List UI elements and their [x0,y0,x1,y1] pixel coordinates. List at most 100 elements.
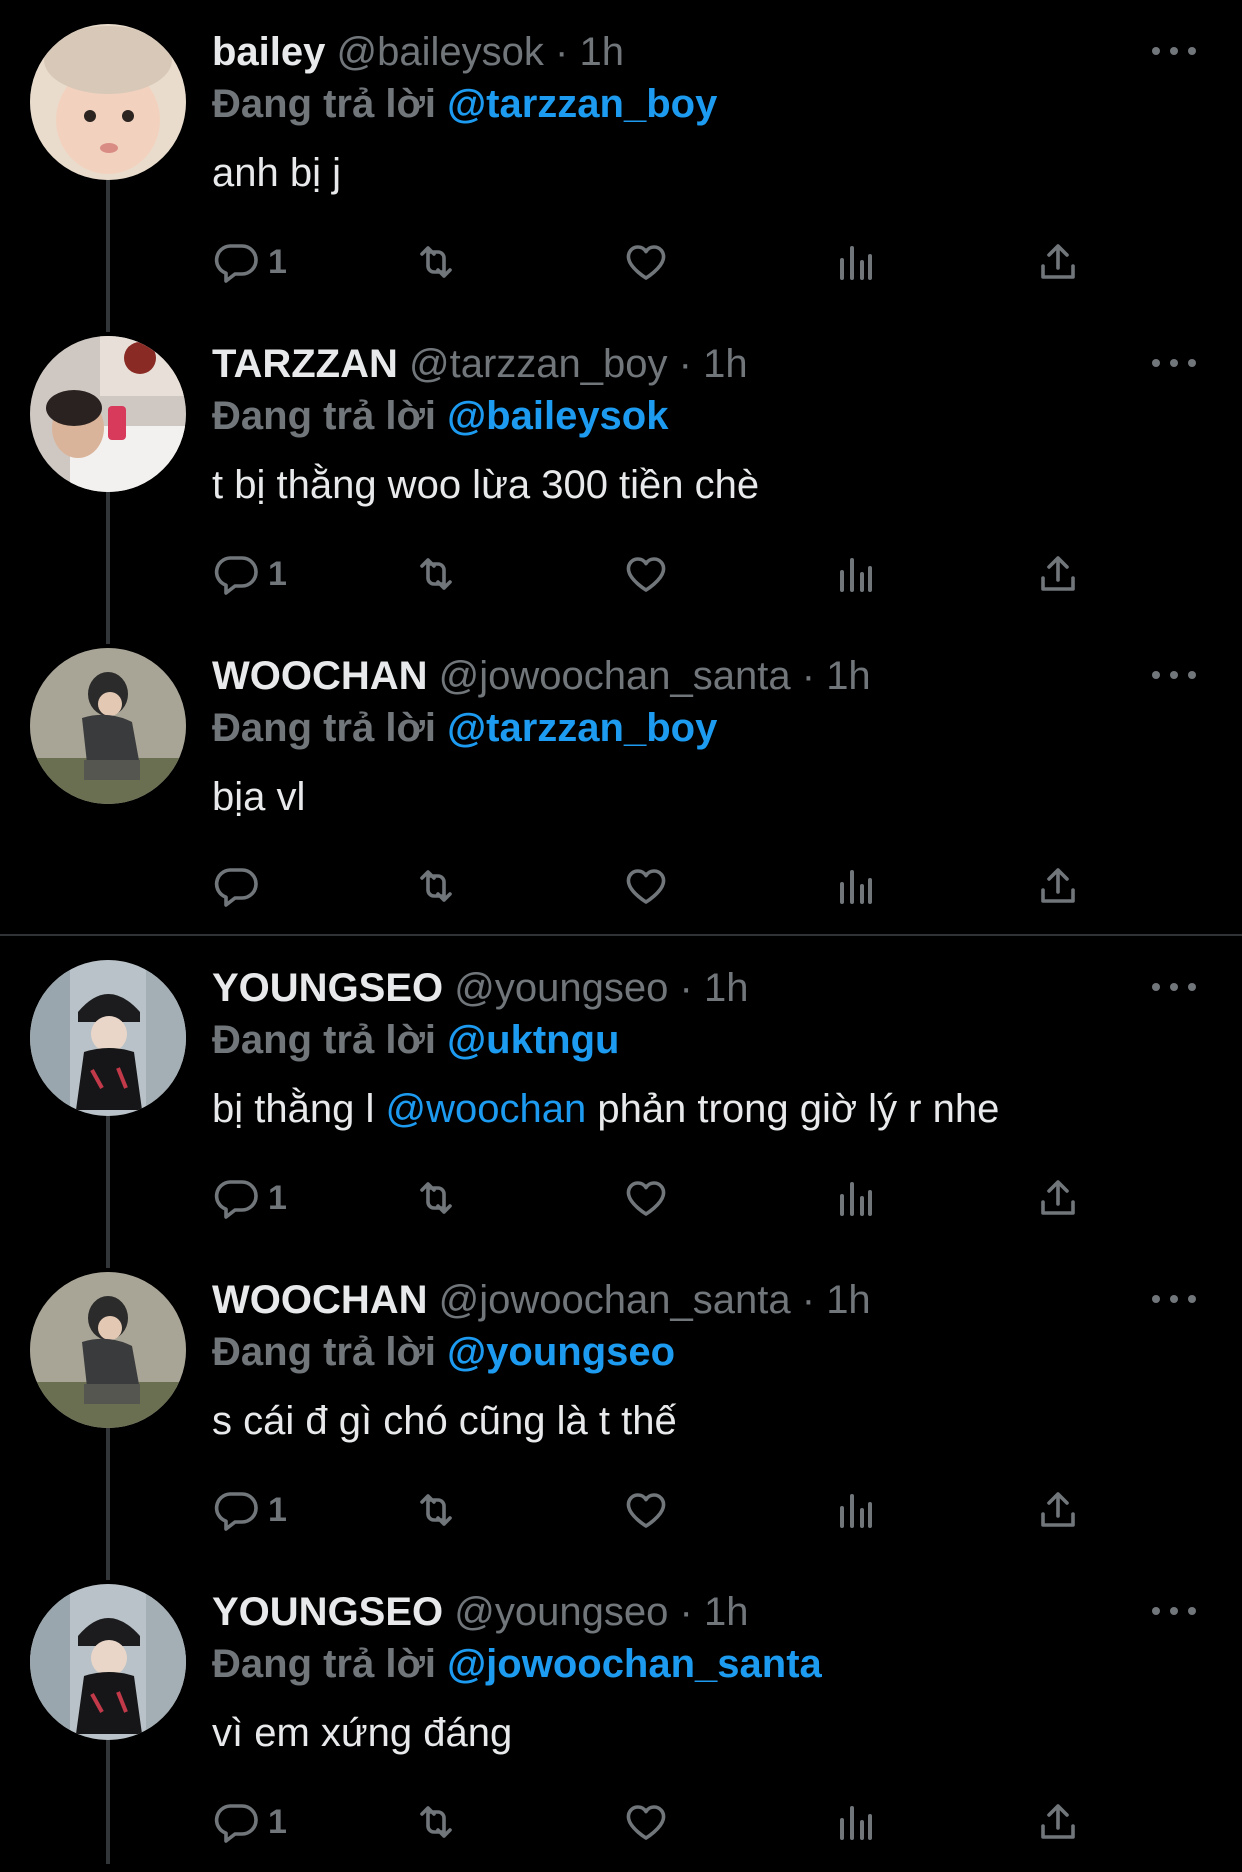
avatar[interactable] [30,24,186,180]
retweet-icon [420,558,452,590]
share-button[interactable] [1034,234,1082,290]
reply-icon [214,1180,258,1219]
share-icon [1041,1180,1075,1215]
more-icon[interactable] [1152,972,1196,1002]
avatar[interactable] [30,960,186,1116]
tweet-actions: 1 [212,234,1092,290]
views-button[interactable] [832,546,880,602]
heart-icon [626,869,666,904]
tweet-text: s cái đ gì chó cũng là t thế [212,1399,677,1443]
share-button[interactable] [1034,1170,1082,1226]
avatar[interactable] [30,648,186,804]
timestamp[interactable]: 1h [704,1590,749,1634]
handle[interactable]: @jowoochan_santa [439,1278,791,1322]
more-icon[interactable] [1152,36,1196,66]
tweet[interactable]: YOUNGSEO @youngseo · 1h Đang trả lời @uk… [0,936,1242,1248]
timestamp[interactable]: 1h [826,1278,871,1322]
views-icon [840,246,872,280]
retweet-button[interactable] [412,1170,460,1226]
like-button[interactable] [622,1794,670,1850]
timestamp[interactable]: 1h [826,654,871,698]
like-button[interactable] [622,234,670,290]
replying-to-handle[interactable]: @tarzzan_boy [447,706,717,750]
retweet-button[interactable] [412,858,460,914]
share-button[interactable] [1034,858,1082,914]
retweet-button[interactable] [412,1794,460,1850]
display-name[interactable]: WOOCHAN [212,654,428,698]
views-button[interactable] [832,1170,880,1226]
share-button[interactable] [1034,1482,1082,1538]
display-name[interactable]: WOOCHAN [212,1278,428,1322]
reply-button[interactable]: 1 [212,234,287,290]
separator-dot: · [801,1278,816,1322]
handle[interactable]: @baileysok [337,30,544,74]
timestamp[interactable]: 1h [579,30,624,74]
more-icon[interactable] [1152,660,1196,690]
replying-to-handle[interactable]: @tarzzan_boy [447,82,717,126]
display-name[interactable]: bailey [212,30,325,74]
views-icon [840,1494,872,1528]
reply-button[interactable]: 1 [212,1482,287,1538]
separator-dot: · [555,30,569,74]
tweet-text-part: phản trong giờ lý r nhe [586,1087,1000,1131]
avatar-mirror-selfie-image [30,336,186,492]
tweet[interactable]: WOOCHAN @jowoochan_santa · 1h Đang trả l… [0,1248,1242,1560]
retweet-button[interactable] [412,234,460,290]
reply-button[interactable]: 1 [212,1170,287,1226]
reply-count: 1 [268,242,287,281]
tweet-text-part: bị thằng l [212,1087,386,1131]
reply-button[interactable]: 1 [212,546,287,602]
share-button[interactable] [1034,1794,1082,1850]
reply-button[interactable] [212,858,268,914]
handle[interactable]: @youngseo [454,1590,668,1634]
timestamp[interactable]: 1h [703,342,748,386]
replying-to-handle[interactable]: @baileysok [447,394,668,438]
retweet-button[interactable] [412,546,460,602]
retweet-button[interactable] [412,1482,460,1538]
avatar[interactable] [30,336,186,492]
more-icon[interactable] [1152,1284,1196,1314]
separator-dot: · [679,966,693,1010]
share-icon [1041,1492,1075,1527]
tweet-header: WOOCHAN @jowoochan_santa · 1h [212,1276,871,1324]
handle[interactable]: @tarzzan_boy [409,342,668,386]
mention-link[interactable]: @woochan [385,1087,586,1131]
views-icon [840,1182,872,1216]
share-button[interactable] [1034,546,1082,602]
display-name[interactable]: TARZZAN [212,342,398,386]
views-button[interactable] [832,234,880,290]
tweet[interactable]: WOOCHAN @jowoochan_santa · 1h Đang trả l… [0,624,1242,936]
replying-to-label: Đang trả lời [212,1018,437,1062]
like-button[interactable] [622,858,670,914]
replying-to-handle[interactable]: @jowoochan_santa [447,1642,822,1686]
views-button[interactable] [832,858,880,914]
display-name[interactable]: YOUNGSEO [212,1590,443,1634]
like-button[interactable] [622,546,670,602]
display-name[interactable]: YOUNGSEO [212,966,443,1010]
avatar[interactable] [30,1584,186,1740]
tweet-text: vì em xứng đáng [212,1711,513,1755]
like-button[interactable] [622,1170,670,1226]
heart-icon [626,1181,666,1216]
reply-icon [214,244,258,283]
reply-icon [214,1492,258,1531]
reply-count: 1 [268,554,287,593]
like-button[interactable] [622,1482,670,1538]
handle[interactable]: @youngseo [454,966,668,1010]
replying-to-handle[interactable]: @uktngu [447,1018,619,1062]
reply-button[interactable]: 1 [212,1794,287,1850]
timestamp[interactable]: 1h [704,966,749,1010]
avatar[interactable] [30,1272,186,1428]
more-icon[interactable] [1152,1596,1196,1626]
tweet[interactable]: YOUNGSEO @youngseo · 1h Đang trả lời @jo… [0,1560,1242,1872]
heart-icon [626,1805,666,1840]
views-button[interactable] [832,1482,880,1538]
more-icon[interactable] [1152,348,1196,378]
views-button[interactable] [832,1794,880,1850]
replying-to: Đang trả lời @baileysok [212,392,668,440]
replying-to-handle[interactable]: @youngseo [447,1330,675,1374]
views-icon [840,870,872,904]
handle[interactable]: @jowoochan_santa [439,654,791,698]
tweet[interactable]: bailey @baileysok · 1h Đang trả lời @tar… [0,0,1242,312]
tweet[interactable]: TARZZAN @tarzzan_boy · 1h Đang trả lời @… [0,312,1242,624]
